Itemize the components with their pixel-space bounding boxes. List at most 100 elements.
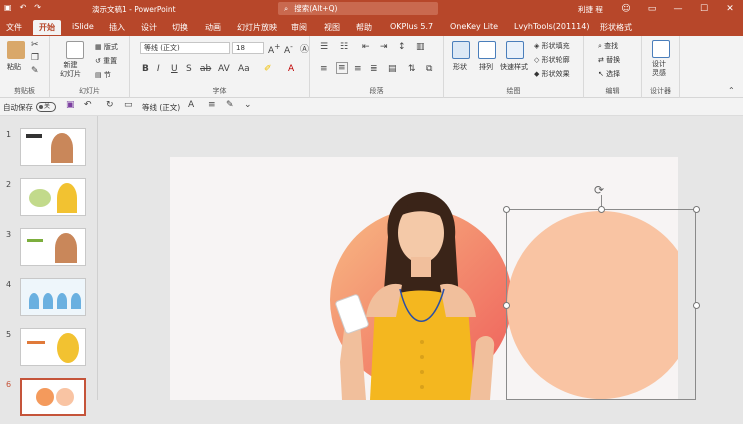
customize-qat-icon[interactable]: ⌄ xyxy=(244,100,252,110)
bullets-icon[interactable]: ☰ xyxy=(320,42,328,52)
strikethrough-icon[interactable]: ab xyxy=(200,64,211,74)
paste-icon[interactable] xyxy=(7,41,25,59)
undo-icon[interactable]: ↶ xyxy=(20,3,27,12)
paste-label[interactable]: 粘贴 xyxy=(7,62,21,72)
thumbnail-slide-4[interactable] xyxy=(20,278,86,316)
tab-slideshow[interactable]: 幻灯片放映 xyxy=(237,22,277,33)
resize-handle-top-left[interactable] xyxy=(503,206,510,213)
select-button[interactable]: ↖ 选择 xyxy=(598,69,620,79)
layout-button[interactable]: ▦ 版式 xyxy=(95,42,118,52)
tab-animations[interactable]: 动画 xyxy=(205,22,221,33)
shape-fill-button[interactable]: ◈ 形状填充 xyxy=(534,41,570,51)
search-box[interactable]: ⌕ 搜索(Alt+Q) xyxy=(278,2,438,15)
align-icon[interactable]: ≡ xyxy=(208,100,216,110)
resize-handle-top[interactable] xyxy=(598,206,605,213)
bold-icon[interactable]: B xyxy=(142,64,149,74)
thumbnail-row[interactable]: 3 xyxy=(0,228,98,274)
underline-icon[interactable]: U xyxy=(171,64,178,74)
user-name[interactable]: 利捷 程 xyxy=(578,4,603,15)
highlight-icon[interactable]: ✐ xyxy=(264,64,272,74)
tab-home[interactable]: 开始 xyxy=(33,20,61,35)
font-size-icon[interactable]: A xyxy=(188,100,194,110)
resize-handle-left[interactable] xyxy=(503,302,510,309)
design-ideas-icon[interactable] xyxy=(652,40,670,58)
find-button[interactable]: ⌕ 查找 xyxy=(598,41,618,51)
undo-icon[interactable]: ↶ xyxy=(84,100,92,110)
distribute-icon[interactable]: ▤ xyxy=(388,64,397,74)
tab-insert[interactable]: 插入 xyxy=(109,22,125,33)
tab-design[interactable]: 设计 xyxy=(141,22,157,33)
cut-icon[interactable]: ✂ xyxy=(31,40,39,50)
thumbnail-slide-1[interactable] xyxy=(20,128,86,166)
redo-icon[interactable]: ↷ xyxy=(34,3,41,12)
tab-file[interactable]: 文件 xyxy=(6,22,22,33)
redo-icon[interactable]: ↻ xyxy=(106,100,114,110)
tab-help[interactable]: 帮助 xyxy=(356,22,372,33)
thumbnail-slide-5[interactable] xyxy=(20,328,86,366)
tab-lvyhtools[interactable]: LvyhTools(201114) xyxy=(514,22,589,31)
replace-button[interactable]: ⇄ 替换 xyxy=(598,55,620,65)
autosave-toggle[interactable]: 关 xyxy=(36,102,56,112)
change-case-icon[interactable]: Aa xyxy=(238,64,250,74)
decrease-font-icon[interactable]: A- xyxy=(284,42,293,56)
thumbnail-row[interactable]: 6 xyxy=(0,378,98,424)
user-avatar-icon[interactable]: ☺ xyxy=(613,0,639,18)
thumbnail-row[interactable]: 5 xyxy=(0,328,98,374)
spacing-icon[interactable]: AV xyxy=(218,64,230,74)
tab-transitions[interactable]: 切换 xyxy=(172,22,188,33)
collapse-ribbon-icon[interactable]: ⌃ xyxy=(728,86,735,95)
design-ideas-label[interactable]: 设计 灵感 xyxy=(652,60,666,78)
rotate-handle-icon[interactable]: ⟳ xyxy=(594,183,604,197)
close-icon[interactable]: ✕ xyxy=(717,0,743,18)
reset-button[interactable]: ↺ 重置 xyxy=(95,56,117,66)
decrease-indent-icon[interactable]: ⇤ xyxy=(362,42,370,52)
new-slide-icon[interactable] xyxy=(66,41,84,59)
thumbnail-slide-2[interactable] xyxy=(20,178,86,216)
tab-shape-format[interactable]: 形状格式 xyxy=(600,22,632,33)
increase-indent-icon[interactable]: ⇥ xyxy=(380,42,388,52)
thumbnail-row[interactable]: 1 xyxy=(0,128,98,174)
tab-view[interactable]: 视图 xyxy=(324,22,340,33)
brush-icon[interactable]: ✎ xyxy=(226,100,234,110)
tab-islide[interactable]: iSlide xyxy=(72,22,94,31)
align-right-icon[interactable]: ≡ xyxy=(354,64,362,74)
qat-font-select[interactable]: 等线 (正文) xyxy=(142,102,180,113)
italic-icon[interactable]: I xyxy=(157,64,160,74)
arrange-label[interactable]: 排列 xyxy=(479,62,493,72)
line-spacing-icon[interactable]: ↕ xyxy=(398,42,406,52)
arrange-icon[interactable] xyxy=(478,41,496,59)
shape-outline-button[interactable]: ◇ 形状轮廓 xyxy=(534,55,570,65)
thumbnail-row[interactable]: 4 xyxy=(0,278,98,324)
tab-review[interactable]: 审阅 xyxy=(291,22,307,33)
quick-styles-label[interactable]: 快速样式 xyxy=(500,62,528,72)
quick-styles-icon[interactable] xyxy=(506,41,524,59)
font-size-select[interactable]: 18 xyxy=(232,42,264,54)
shape-effects-button[interactable]: ◆ 形状效果 xyxy=(534,69,570,79)
clear-format-icon[interactable]: Ⓐ xyxy=(300,42,309,55)
shadow-icon[interactable]: S xyxy=(186,64,192,74)
align-center-icon[interactable]: ≡ xyxy=(336,62,348,74)
ribbon-display-icon[interactable]: ▭ xyxy=(639,0,665,18)
columns-icon[interactable]: ▥ xyxy=(416,42,425,52)
section-button[interactable]: ▤ 节 xyxy=(95,70,111,80)
thumbnail-slide-6[interactable] xyxy=(20,378,86,416)
resize-handle-right[interactable] xyxy=(693,302,700,309)
copy-icon[interactable]: ❐ xyxy=(31,53,39,63)
text-direction-icon[interactable]: ⇅ xyxy=(408,64,416,74)
maximize-icon[interactable]: ☐ xyxy=(691,0,717,18)
format-painter-icon[interactable]: ✎ xyxy=(31,66,39,76)
save-icon[interactable]: ▣ xyxy=(66,100,75,110)
numbering-icon[interactable]: ☷ xyxy=(340,42,348,52)
increase-font-icon[interactable]: A+ xyxy=(268,42,280,56)
justify-icon[interactable]: ≣ xyxy=(370,64,378,74)
shapes-label[interactable]: 形状 xyxy=(453,62,467,72)
convert-smartart-icon[interactable]: ⧉ xyxy=(426,64,432,74)
new-slide-label[interactable]: 新建 幻灯片 xyxy=(60,61,81,79)
font-name-select[interactable]: 等线 (正文) xyxy=(140,42,230,54)
minimize-icon[interactable]: — xyxy=(665,0,691,18)
font-color-icon[interactable]: A xyxy=(288,64,294,74)
shapes-icon[interactable] xyxy=(452,41,470,59)
tab-onekey[interactable]: OneKey Lite xyxy=(450,22,498,31)
thumbnail-row[interactable]: 2 xyxy=(0,178,98,224)
resize-handle-top-right[interactable] xyxy=(693,206,700,213)
